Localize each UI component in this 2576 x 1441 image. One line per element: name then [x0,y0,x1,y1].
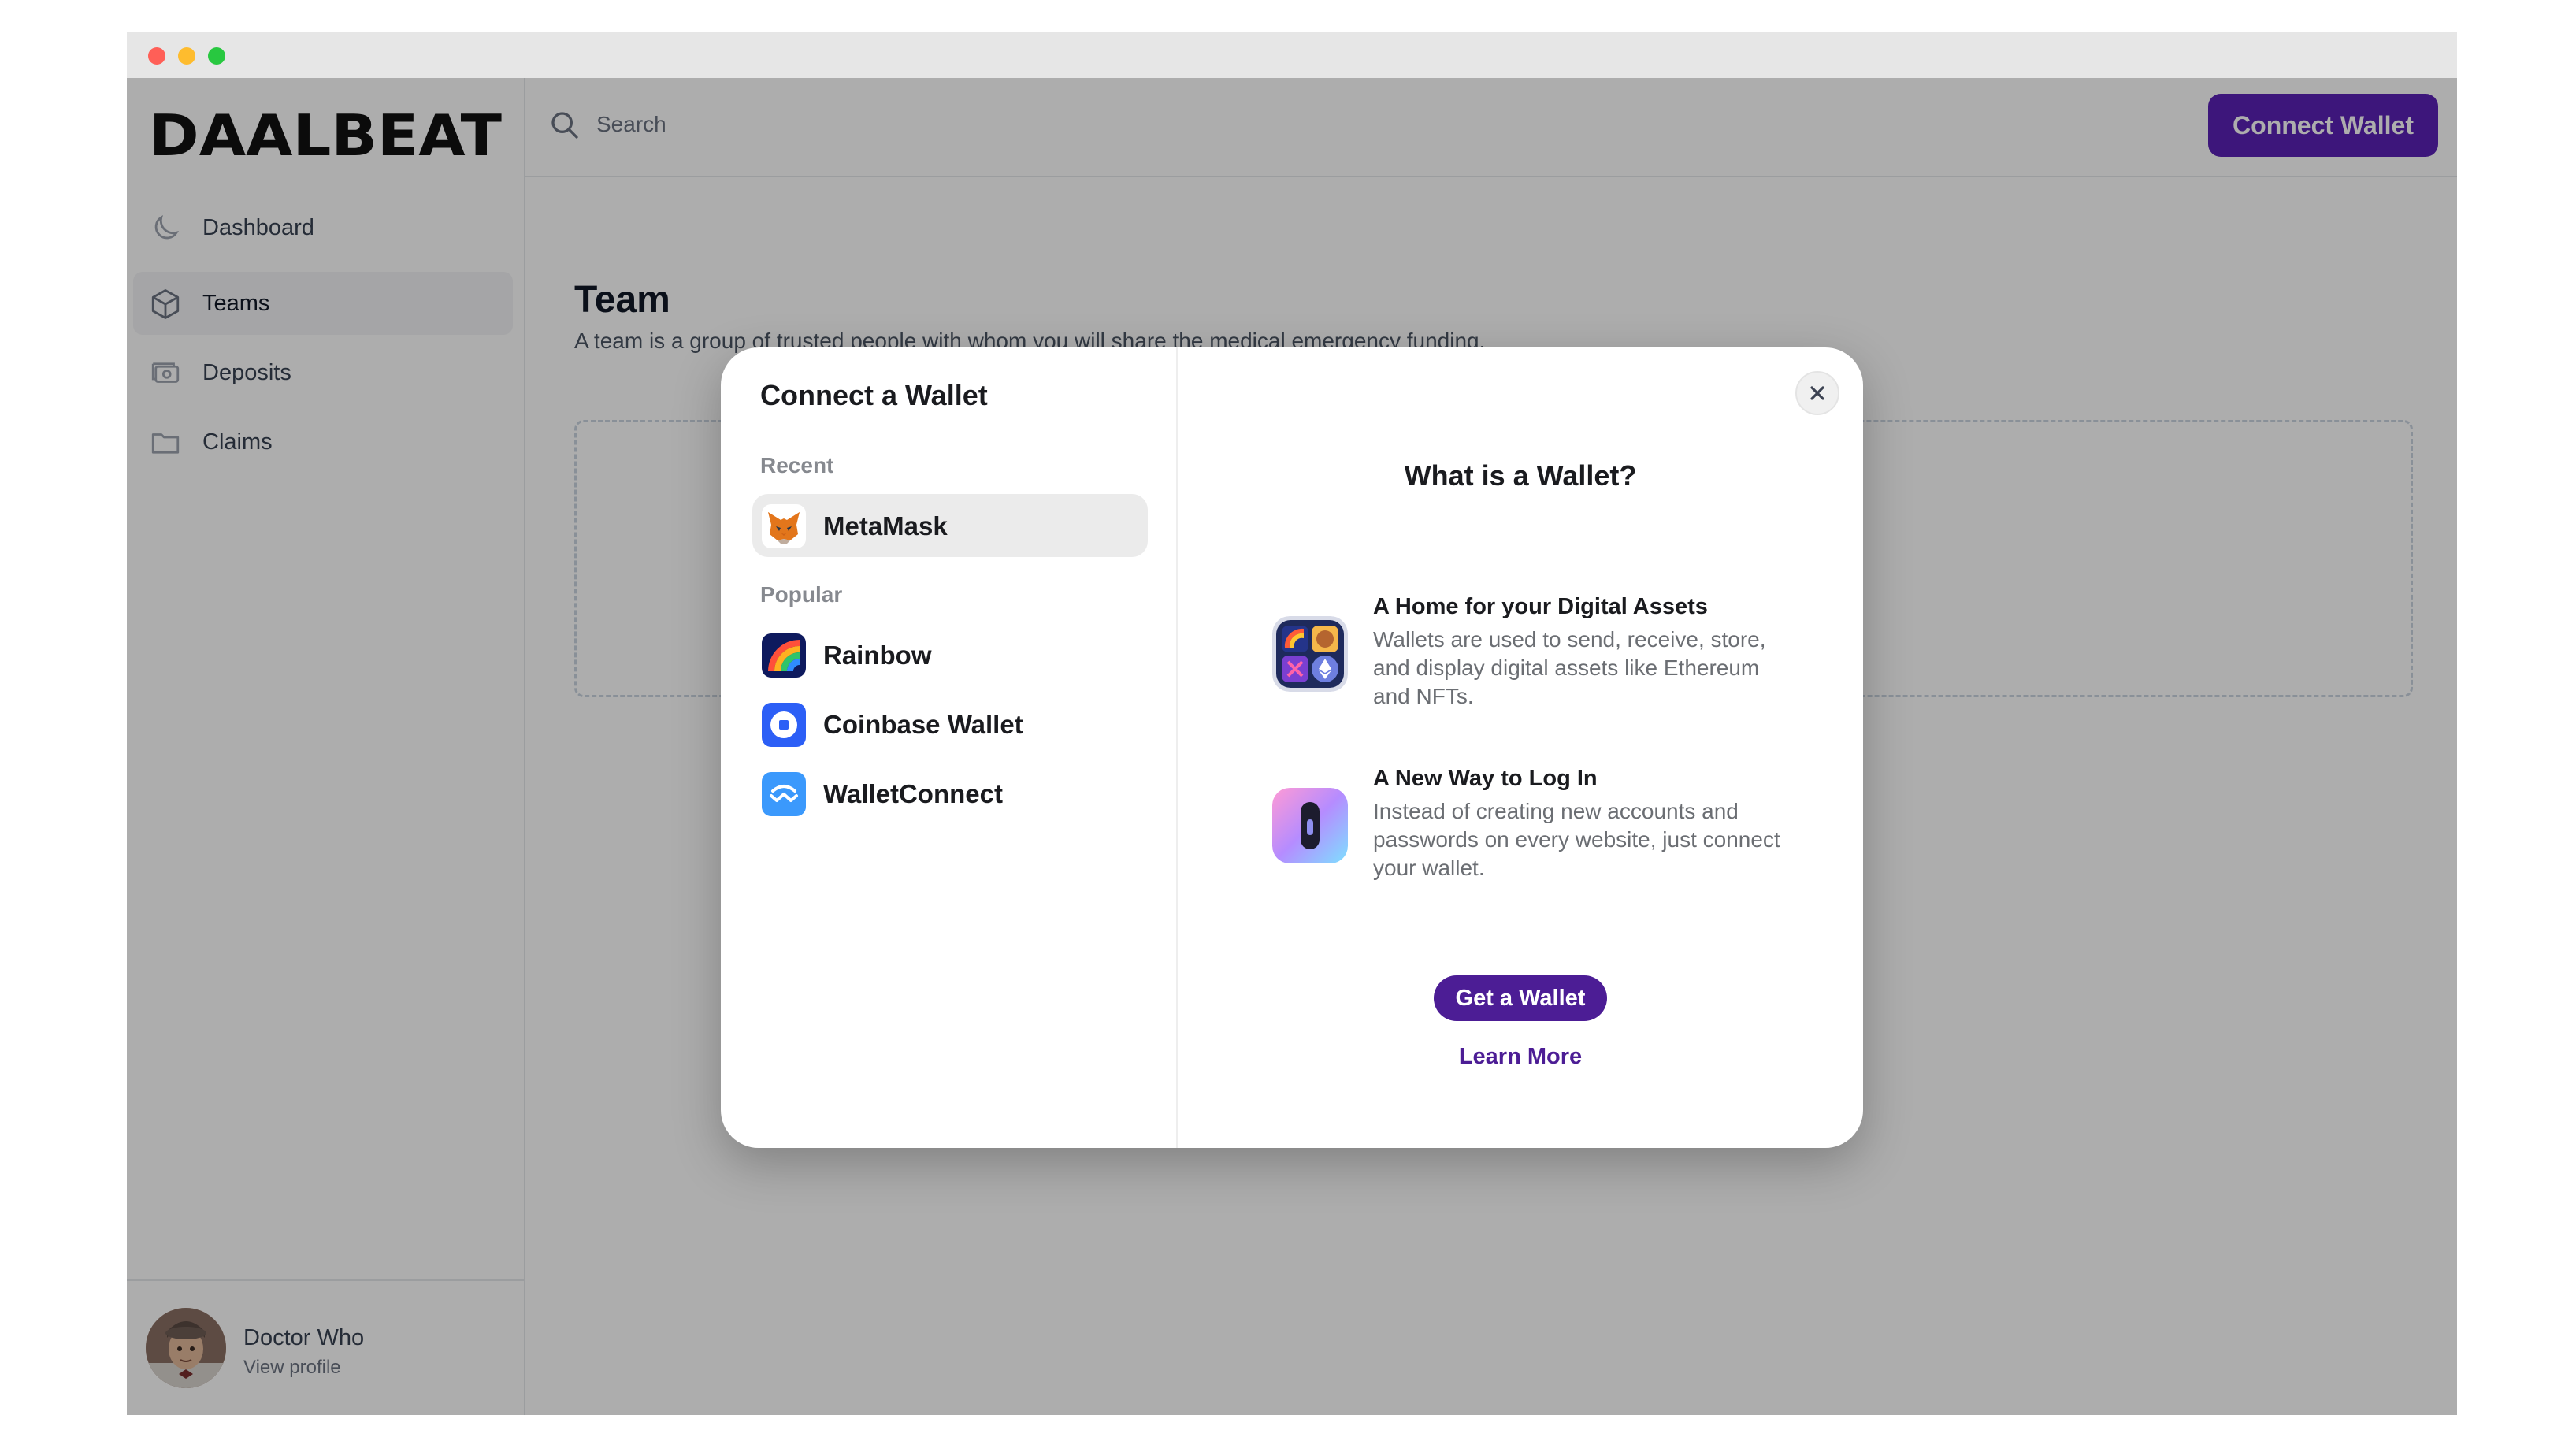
close-window-button[interactable] [148,47,165,65]
wallet-label: Coinbase Wallet [823,710,1023,739]
wallet-list-panel: Connect a Wallet Recent MetaMask Popular [721,347,1178,1148]
maximize-window-button[interactable] [208,47,225,65]
connect-wallet-modal: Connect a Wallet Recent MetaMask Popular [721,347,1863,1148]
what-is-wallet-title: What is a Wallet? [1404,459,1637,492]
wallet-option-walletconnect[interactable]: WalletConnect [752,762,1148,825]
recent-label: Recent [760,453,834,477]
feature-description: Instead of creating new accounts and pas… [1373,799,1780,880]
window-titlebar [127,32,2457,78]
wallet-label: MetaMask [823,511,948,540]
digital-assets-icon [1272,616,1348,692]
rainbow-icon [762,633,806,678]
modal-title: Connect a Wallet [760,379,988,411]
coinbase-icon [762,703,806,747]
feature-title: A Home for your Digital Assets [1373,594,1708,619]
modal-close-button[interactable] [1795,371,1839,415]
wallet-label: WalletConnect [823,779,1003,808]
get-wallet-button[interactable]: Get a Wallet [1434,975,1607,1021]
feature-new-login: A New Way to Log In Instead of creating … [1272,766,1784,892]
wallet-option-metamask[interactable]: MetaMask [752,494,1148,557]
learn-more-link[interactable]: Learn More [1178,1044,1863,1070]
close-icon [1810,386,1824,400]
feature-digital-assets: A Home for your Digital Assets Wallets a… [1272,594,1784,720]
walletconnect-icon [762,772,806,816]
feature-title: A New Way to Log In [1373,766,1598,791]
metamask-icon [762,504,806,548]
minimize-window-button[interactable] [178,47,195,65]
popular-label: Popular [760,582,843,607]
feature-description: Wallets are used to send, receive, store… [1373,627,1766,708]
wallet-option-rainbow[interactable]: Rainbow [752,623,1148,686]
login-key-icon [1272,788,1348,863]
wallet-label: Rainbow [823,641,932,670]
wallet-option-coinbase[interactable]: Coinbase Wallet [752,693,1148,756]
